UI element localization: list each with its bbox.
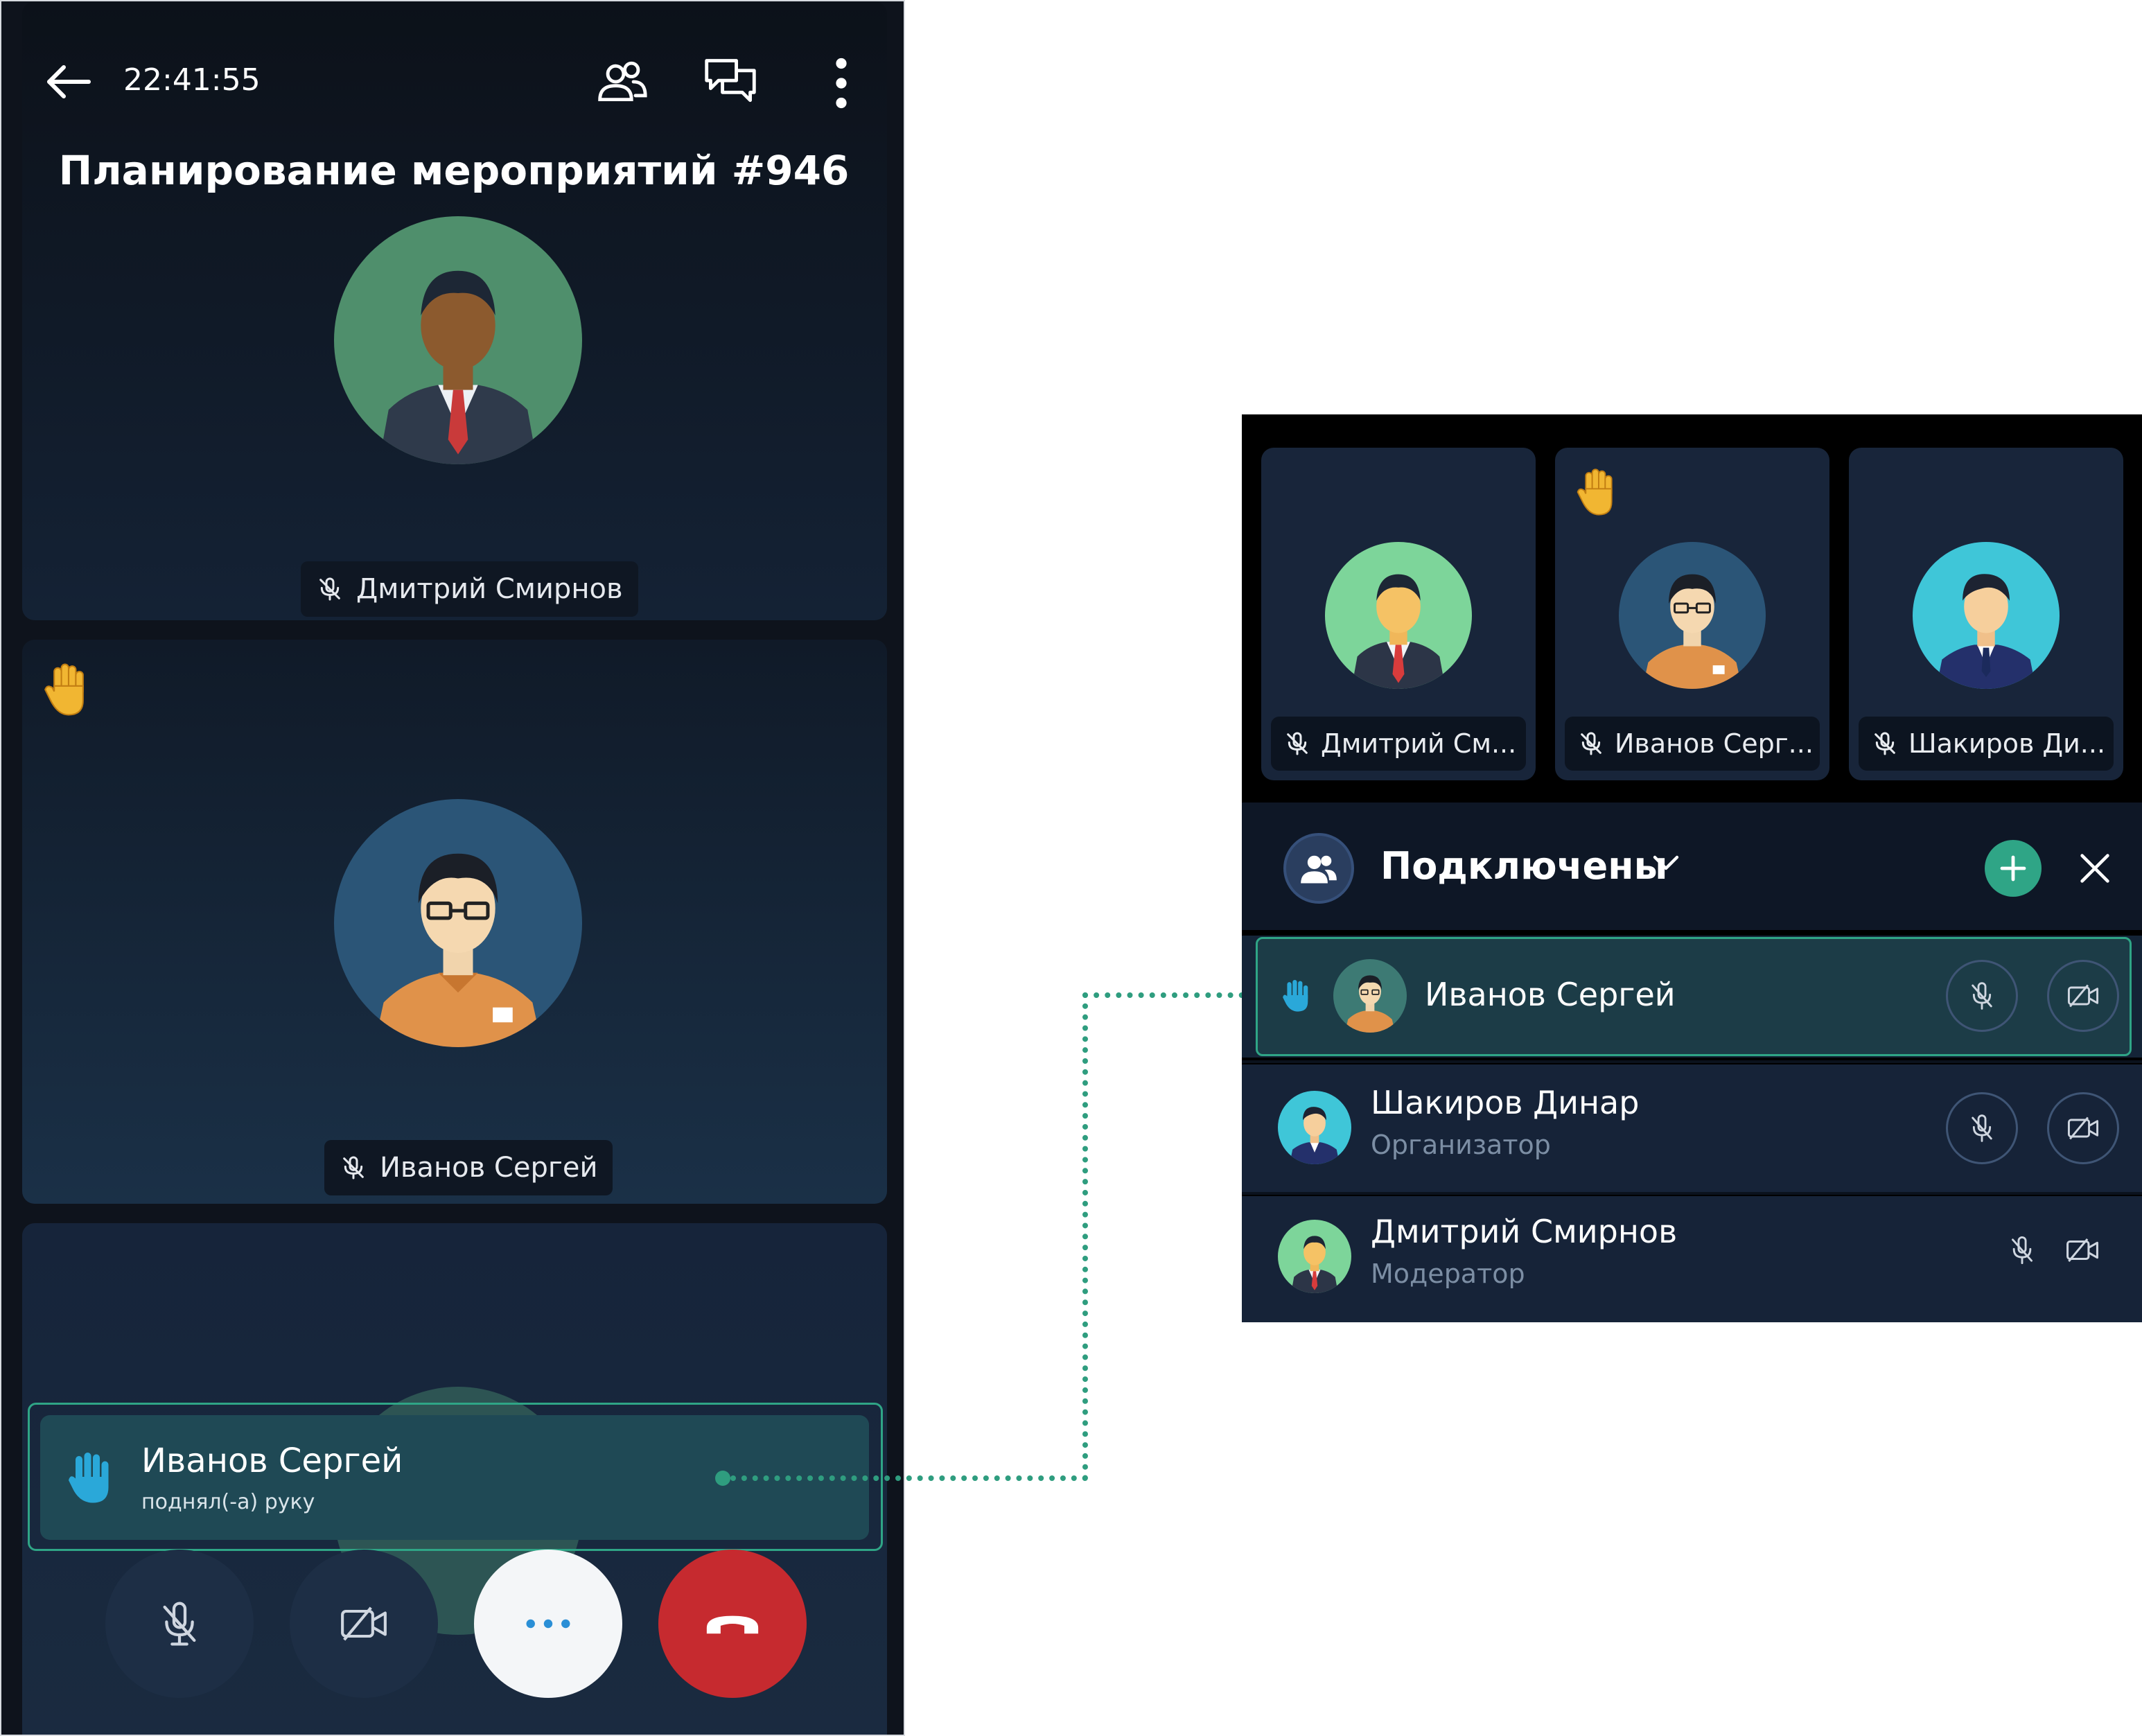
participants-panel: Дмитрий См... Иванов Серг... Шакиров Ди.… bbox=[1242, 414, 2142, 1322]
mic-off-icon bbox=[1581, 732, 1601, 755]
clock: 22:41:55 bbox=[123, 62, 261, 98]
more-options-button[interactable] bbox=[829, 57, 854, 112]
hand-icon bbox=[65, 1448, 114, 1508]
close-icon bbox=[2080, 854, 2109, 883]
mini-tile-ivanov[interactable]: Иванов Серг... bbox=[1555, 448, 1829, 780]
mini-tile-name-chip: Дмитрий См... bbox=[1271, 717, 1526, 771]
video-tile-ivanov[interactable]: Иванов Сергей bbox=[22, 640, 887, 1204]
connector-line bbox=[730, 1475, 1088, 1481]
camera-off-icon bbox=[2066, 1238, 2098, 1263]
avatar-dmitriy bbox=[1278, 1220, 1351, 1293]
participant-name: Дмитрий Смирнов bbox=[1371, 1213, 1678, 1250]
connector-dot bbox=[715, 1471, 730, 1486]
participants-button[interactable] bbox=[596, 57, 647, 109]
camera-toggle-button[interactable] bbox=[290, 1550, 438, 1698]
mini-tile-name: Шакиров Ди... bbox=[1908, 728, 2106, 759]
mic-off-icon bbox=[163, 1602, 196, 1646]
mic-off-icon bbox=[1972, 982, 1992, 1010]
mini-tile-name-chip: Шакиров Ди... bbox=[1859, 717, 2114, 771]
tile-name: Дмитрий Смирнов bbox=[356, 573, 623, 605]
avatar-shakirov bbox=[1278, 1091, 1351, 1164]
participant-name: Шакиров Динар bbox=[1371, 1084, 1640, 1121]
mic-off-icon bbox=[319, 577, 340, 601]
mini-tile-name: Иванов Серг... bbox=[1615, 728, 1814, 759]
mic-off-icon bbox=[1875, 732, 1895, 755]
mic-off-icon bbox=[2012, 1236, 2033, 1265]
arrow-left-icon bbox=[47, 65, 91, 98]
participant-role: Модератор bbox=[1371, 1259, 1525, 1289]
plus-icon bbox=[2000, 855, 2026, 882]
row-divider bbox=[1242, 1060, 2142, 1063]
mini-tile-dmitriy[interactable]: Дмитрий См... bbox=[1261, 448, 1536, 780]
chat-button[interactable] bbox=[703, 55, 758, 112]
notification-name: Иванов Сергей bbox=[141, 1441, 403, 1480]
avatar-dmitriy bbox=[334, 216, 582, 464]
camera-off-icon bbox=[2067, 1116, 2099, 1140]
connector-line bbox=[1082, 992, 1088, 1481]
avatar-shakirov bbox=[1913, 542, 2060, 689]
participants-icon bbox=[598, 61, 647, 102]
back-button[interactable] bbox=[43, 61, 93, 105]
chevron-down-icon[interactable] bbox=[1652, 854, 1680, 875]
mic-toggle-button[interactable] bbox=[105, 1550, 254, 1698]
group-icon bbox=[1283, 833, 1354, 904]
mic-off-icon bbox=[1287, 732, 1308, 755]
more-actions-button[interactable] bbox=[474, 1550, 622, 1698]
more-horizontal-icon bbox=[526, 1619, 570, 1629]
tile-name-chip: Иванов Сергей bbox=[324, 1140, 613, 1195]
row-divider bbox=[1242, 1192, 2142, 1195]
camera-off-icon bbox=[341, 1606, 387, 1641]
chat-icon bbox=[705, 59, 756, 103]
close-panel-button[interactable] bbox=[2071, 844, 2119, 893]
connector-line bbox=[1082, 992, 1256, 998]
notification-text: поднял(-а) руку bbox=[141, 1490, 315, 1514]
mic-off-icon bbox=[1972, 1114, 1992, 1142]
participant-name: Иванов Сергей bbox=[1425, 976, 1676, 1013]
raised-hand-icon bbox=[1574, 466, 1623, 521]
participant-camera-button[interactable] bbox=[2047, 960, 2119, 1032]
participant-mic-button[interactable] bbox=[1946, 960, 2018, 1032]
raised-hand-icon bbox=[42, 660, 96, 721]
avatar-ivanov bbox=[334, 799, 582, 1047]
raised-hand-icon bbox=[1281, 977, 1311, 1016]
mini-tile-name-chip: Иванов Серг... bbox=[1565, 717, 1820, 771]
phone-hangup-icon bbox=[706, 1615, 759, 1634]
tile-name-chip: Дмитрий Смирнов bbox=[301, 561, 638, 617]
mini-tile-name: Дмитрий См... bbox=[1321, 728, 1517, 759]
more-vertical-icon bbox=[836, 58, 847, 109]
panel-title[interactable]: Подключены bbox=[1380, 844, 1667, 888]
meeting-title: Планирование мероприятий #946 bbox=[58, 147, 850, 194]
mic-off-icon bbox=[343, 1156, 364, 1180]
camera-off-icon bbox=[2067, 984, 2099, 1008]
participant-role: Организатор bbox=[1371, 1130, 1551, 1160]
end-call-button[interactable] bbox=[658, 1550, 807, 1698]
participant-camera-button[interactable] bbox=[2047, 1092, 2119, 1164]
avatar-ivanov bbox=[1333, 959, 1407, 1033]
mini-tile-shakirov[interactable]: Шакиров Ди... bbox=[1849, 448, 2123, 780]
participant-mic-button[interactable] bbox=[1946, 1092, 2018, 1164]
avatar-dmitriy bbox=[1325, 542, 1472, 689]
tile-name: Иванов Сергей bbox=[380, 1152, 598, 1184]
add-participant-button[interactable] bbox=[1985, 840, 2042, 897]
avatar-ivanov bbox=[1619, 542, 1766, 689]
